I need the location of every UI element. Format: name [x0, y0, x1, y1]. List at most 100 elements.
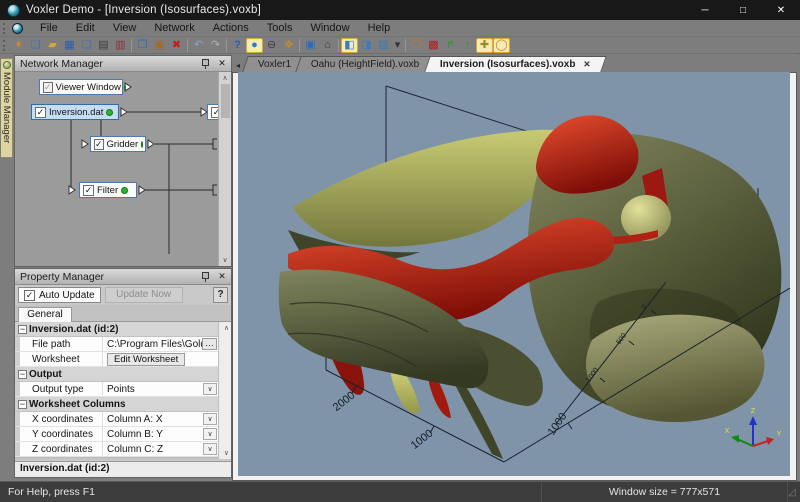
- menu-actions[interactable]: Actions: [204, 20, 258, 36]
- section-output[interactable]: − Output: [15, 367, 218, 382]
- dropdown-icon[interactable]: ∨: [203, 383, 217, 395]
- scroll-down-icon[interactable]: ∨: [222, 254, 227, 266]
- property-row-x-coordinates: X coordinates Column A: X ∨: [15, 412, 218, 427]
- node-label: Viewer Window: [56, 82, 121, 93]
- property-row-worksheet: Worksheet Edit Worksheet: [15, 352, 218, 367]
- zoom-window-icon[interactable]: ▣: [302, 38, 319, 53]
- maximize-button[interactable]: □: [724, 0, 762, 20]
- print-icon[interactable]: ▤: [95, 38, 112, 53]
- document-icon[interactable]: [12, 23, 23, 34]
- toolbar-separator: [226, 39, 227, 52]
- network-scrollbar[interactable]: ∧ ∨: [218, 72, 231, 266]
- checkbox[interactable]: ✓: [24, 290, 35, 301]
- y-coordinates-value: Column B: Y: [107, 429, 163, 440]
- checkbox[interactable]: ✓: [83, 185, 94, 196]
- resize-grip-icon[interactable]: ◿: [788, 482, 800, 502]
- menu-view[interactable]: View: [104, 20, 146, 36]
- browse-button[interactable]: …: [202, 338, 217, 350]
- view-presets-dropdown-icon[interactable]: ▾: [392, 38, 403, 53]
- menu-help[interactable]: Help: [359, 20, 400, 36]
- connect-modules-icon[interactable]: ↱: [442, 38, 459, 53]
- checkbox[interactable]: ✓: [94, 139, 104, 150]
- tab-nav-left-icon[interactable]: ◂: [233, 59, 243, 71]
- redo-icon[interactable]: ↷: [207, 38, 224, 53]
- print-preview-icon[interactable]: ❏: [78, 38, 95, 53]
- menu-window[interactable]: Window: [301, 20, 358, 36]
- node-label: Gridder: [107, 139, 139, 150]
- new-document-icon[interactable]: ❑: [27, 38, 44, 53]
- panel-close-icon[interactable]: ✕: [216, 271, 228, 282]
- collapse-icon[interactable]: −: [18, 400, 27, 409]
- scroll-thumb[interactable]: [221, 84, 230, 118]
- orientation-ball-icon[interactable]: ◯: [493, 38, 510, 53]
- property-help-button[interactable]: ?: [213, 287, 228, 303]
- paste-icon[interactable]: ▣: [151, 38, 168, 53]
- show-axes-icon[interactable]: ✚: [476, 38, 493, 53]
- network-canvas[interactable]: ✓ Viewer Window ✓ Inversion.dat ✓ Gridde…: [15, 72, 231, 266]
- auto-update-checkbox[interactable]: ✓ Auto Update: [18, 287, 101, 303]
- node-filter[interactable]: ✓ Filter: [79, 182, 137, 198]
- scroll-up-icon[interactable]: ∧: [222, 72, 227, 84]
- node-inversion-dat[interactable]: ✓ Inversion.dat: [31, 104, 119, 120]
- collapse-icon[interactable]: −: [18, 370, 27, 379]
- section-inversion-dat[interactable]: − Inversion.dat (id:2): [15, 322, 218, 337]
- dropdown-icon[interactable]: ∨: [203, 443, 217, 455]
- tab-close-icon[interactable]: ✕: [583, 59, 590, 69]
- add-module-icon[interactable]: ❒: [408, 38, 425, 53]
- checkbox[interactable]: ✓: [35, 107, 46, 118]
- arrange-network-icon[interactable]: ↑: [459, 38, 476, 53]
- status-bar: For Help, press F1 Window size = 777x571…: [0, 481, 800, 502]
- titlebar: Voxler Demo - [Inversion (Isosurfaces).v…: [0, 0, 800, 20]
- delete-icon[interactable]: ✖: [168, 38, 185, 53]
- z-coordinates-value: Column C: Z: [107, 444, 163, 455]
- close-button[interactable]: ✕: [762, 0, 800, 20]
- pin-icon[interactable]: [201, 58, 210, 69]
- zoom-out-icon[interactable]: ⊖: [263, 38, 280, 53]
- module-manager-tab[interactable]: Module Manager: [1, 58, 13, 158]
- dropdown-icon[interactable]: ∨: [203, 428, 217, 440]
- network-edges: [15, 72, 231, 266]
- undo-icon[interactable]: ↶: [190, 38, 207, 53]
- panel-close-icon[interactable]: ✕: [216, 58, 228, 69]
- property-manager-title: Property Manager: [20, 271, 201, 283]
- tab-general[interactable]: General: [18, 307, 72, 322]
- tab-oahu-heightfield[interactable]: Oahu (HeightField).voxb: [296, 56, 436, 72]
- pan-icon[interactable]: ❖: [280, 38, 297, 53]
- status-help-text: For Help, press F1: [0, 486, 541, 498]
- save-icon[interactable]: ▦: [61, 38, 78, 53]
- minimize-button[interactable]: ─: [686, 0, 724, 20]
- menu-network[interactable]: Network: [145, 20, 203, 36]
- menu-edit[interactable]: Edit: [67, 20, 104, 36]
- property-manager-header: Property Manager ✕: [15, 269, 231, 285]
- view-yz-icon[interactable]: ▧: [375, 38, 392, 53]
- property-scrollbar[interactable]: ∧ ∨: [218, 322, 231, 459]
- section-worksheet-columns[interactable]: − Worksheet Columns: [15, 397, 218, 412]
- scroll-down-icon[interactable]: ∨: [224, 449, 229, 457]
- pin-icon[interactable]: [201, 271, 210, 282]
- scroll-up-icon[interactable]: ∧: [224, 324, 229, 332]
- network-manager-title: Network Manager: [20, 58, 201, 70]
- toolbar: ✶ ❑ ▰ ▦ ❏ ▤ ▥ ❐ ▣ ✖ ↶ ↷ ? ● ⊖ ❖ ▣ ⌂ ◧ ◨ …: [0, 37, 800, 54]
- update-now-button[interactable]: Update Now: [105, 287, 183, 303]
- viewport-3d[interactable]: 2000 1000 1000 1000 500 0 Z X Y: [238, 72, 790, 476]
- menu-tools[interactable]: Tools: [258, 20, 302, 36]
- edit-worksheet-button[interactable]: Edit Worksheet: [107, 353, 185, 366]
- tab-inversion-isosurfaces[interactable]: Inversion (Isosurfaces).voxb✕: [424, 56, 606, 72]
- view-xz-icon[interactable]: ◨: [358, 38, 375, 53]
- copy-icon[interactable]: ❐: [134, 38, 151, 53]
- open-icon[interactable]: ▰: [44, 38, 61, 53]
- dropdown-icon[interactable]: ∨: [203, 413, 217, 425]
- page-setup-icon[interactable]: ▥: [112, 38, 129, 53]
- node-viewer-window[interactable]: ✓ Viewer Window: [39, 79, 123, 95]
- toolbar-separator: [299, 39, 300, 52]
- module-colormap-icon[interactable]: ▩: [425, 38, 442, 53]
- checkbox[interactable]: ✓: [43, 82, 53, 93]
- new-network-icon[interactable]: ✶: [10, 38, 27, 53]
- node-gridder[interactable]: ✓ Gridder: [90, 136, 146, 152]
- whats-this-help-icon[interactable]: ?: [229, 38, 246, 53]
- collapse-icon[interactable]: −: [18, 325, 27, 334]
- free-rotate-icon[interactable]: ●: [246, 38, 263, 53]
- fit-to-window-icon[interactable]: ⌂: [319, 38, 336, 53]
- menu-file[interactable]: File: [31, 20, 67, 36]
- view-xy-icon[interactable]: ◧: [341, 38, 358, 53]
